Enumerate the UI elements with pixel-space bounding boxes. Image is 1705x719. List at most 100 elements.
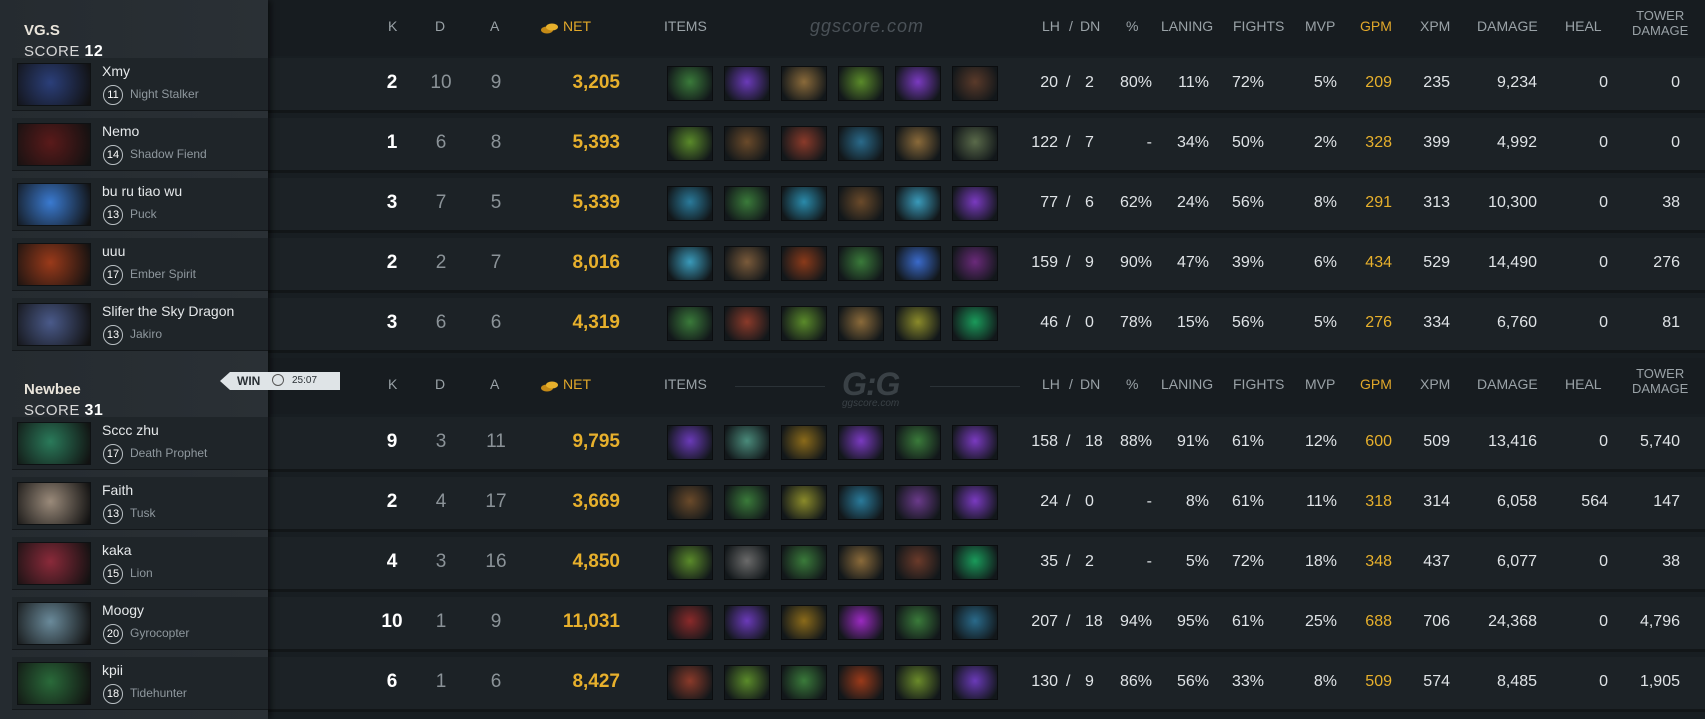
item-icon[interactable] [895,246,941,281]
item-icon[interactable] [667,246,713,281]
item-icon[interactable] [667,66,713,101]
header-k[interactable]: K [388,376,397,392]
header-d[interactable]: D [435,376,445,392]
item-icon[interactable] [838,66,884,101]
item-icon[interactable] [895,665,941,700]
player-name[interactable]: Sccc zhu [102,422,159,438]
item-icon[interactable] [838,545,884,580]
hero-portrait[interactable] [17,602,91,645]
header-net[interactable]: NET [563,18,591,34]
item-icon[interactable] [724,246,770,281]
header-xpm[interactable]: XPM [1420,376,1450,392]
item-icon[interactable] [781,306,827,341]
item-icon[interactable] [952,126,998,161]
header-tower-damage[interactable]: TOWER DAMAGE [1632,366,1688,396]
item-icon[interactable] [781,545,827,580]
item-icon[interactable] [667,126,713,161]
header-fights[interactable]: FIGHTS [1233,18,1284,34]
header-damage[interactable]: DAMAGE [1477,18,1538,34]
header-lh[interactable]: LH [1042,376,1060,392]
player-name[interactable]: Faith [102,482,133,498]
item-icon[interactable] [667,545,713,580]
player-card[interactable]: uuu 17 Ember Spirit [12,238,268,291]
item-icon[interactable] [724,186,770,221]
header-heal[interactable]: HEAL [1565,18,1602,34]
item-icon[interactable] [667,186,713,221]
header-tower-damage[interactable]: TOWER DAMAGE [1632,8,1688,38]
item-icon[interactable] [895,605,941,640]
header-items[interactable]: ITEMS [664,376,707,392]
item-icon[interactable] [667,425,713,460]
header-gpm[interactable]: GPM [1360,18,1392,34]
item-icon[interactable] [952,306,998,341]
item-icon[interactable] [952,66,998,101]
player-card[interactable]: Moogy 20 Gyrocopter [12,597,268,650]
item-icon[interactable] [838,186,884,221]
player-name[interactable]: Xmy [102,63,130,79]
player-card[interactable]: Xmy 11 Night Stalker [12,58,268,111]
hero-portrait[interactable] [17,63,91,106]
header-d[interactable]: D [435,18,445,34]
item-icon[interactable] [952,425,998,460]
item-icon[interactable] [781,425,827,460]
item-icon[interactable] [724,545,770,580]
header-k[interactable]: K [388,18,397,34]
item-icon[interactable] [667,306,713,341]
header-a[interactable]: A [490,376,499,392]
header-heal[interactable]: HEAL [1565,376,1602,392]
header-laning[interactable]: LANING [1161,18,1213,34]
item-icon[interactable] [838,306,884,341]
item-icon[interactable] [895,545,941,580]
item-icon[interactable] [724,66,770,101]
player-card[interactable]: Faith 13 Tusk [12,477,268,530]
item-icon[interactable] [781,186,827,221]
player-card[interactable]: bu ru tiao wu 13 Puck [12,178,268,231]
item-icon[interactable] [667,605,713,640]
player-name[interactable]: uuu [102,243,125,259]
hero-portrait[interactable] [17,542,91,585]
header-fights[interactable]: FIGHTS [1233,376,1284,392]
item-icon[interactable] [724,425,770,460]
header-lh[interactable]: LH [1042,18,1060,34]
item-icon[interactable] [724,126,770,161]
item-icon[interactable] [952,485,998,520]
hero-portrait[interactable] [17,183,91,226]
header-laning[interactable]: LANING [1161,376,1213,392]
item-icon[interactable] [895,425,941,460]
item-icon[interactable] [895,66,941,101]
player-name[interactable]: kpii [102,662,123,678]
player-card[interactable]: kpii 18 Tidehunter [12,657,268,710]
item-icon[interactable] [838,485,884,520]
player-name[interactable]: Slifer the Sky Dragon [102,303,234,319]
header-xpm[interactable]: XPM [1420,18,1450,34]
header-damage[interactable]: DAMAGE [1477,376,1538,392]
item-icon[interactable] [724,306,770,341]
header-slash[interactable]: / [1069,18,1073,34]
item-icon[interactable] [838,425,884,460]
hero-portrait[interactable] [17,123,91,166]
hero-portrait[interactable] [17,243,91,286]
item-icon[interactable] [781,246,827,281]
item-icon[interactable] [952,665,998,700]
item-icon[interactable] [781,66,827,101]
header-slash[interactable]: / [1069,376,1073,392]
player-card[interactable]: Slifer the Sky Dragon 13 Jakiro [12,298,268,351]
item-icon[interactable] [724,665,770,700]
player-name[interactable]: kaka [102,542,132,558]
player-card[interactable]: Sccc zhu 17 Death Prophet [12,417,268,470]
item-icon[interactable] [895,126,941,161]
hero-portrait[interactable] [17,422,91,465]
item-icon[interactable] [667,665,713,700]
player-name[interactable]: bu ru tiao wu [102,183,182,199]
hero-portrait[interactable] [17,662,91,705]
hero-portrait[interactable] [17,482,91,525]
header-dn[interactable]: DN [1080,18,1100,34]
item-icon[interactable] [895,306,941,341]
header-dn[interactable]: DN [1080,376,1100,392]
hero-portrait[interactable] [17,303,91,346]
header-pct[interactable]: % [1126,18,1138,34]
item-icon[interactable] [781,605,827,640]
item-icon[interactable] [952,186,998,221]
item-icon[interactable] [667,485,713,520]
item-icon[interactable] [838,246,884,281]
